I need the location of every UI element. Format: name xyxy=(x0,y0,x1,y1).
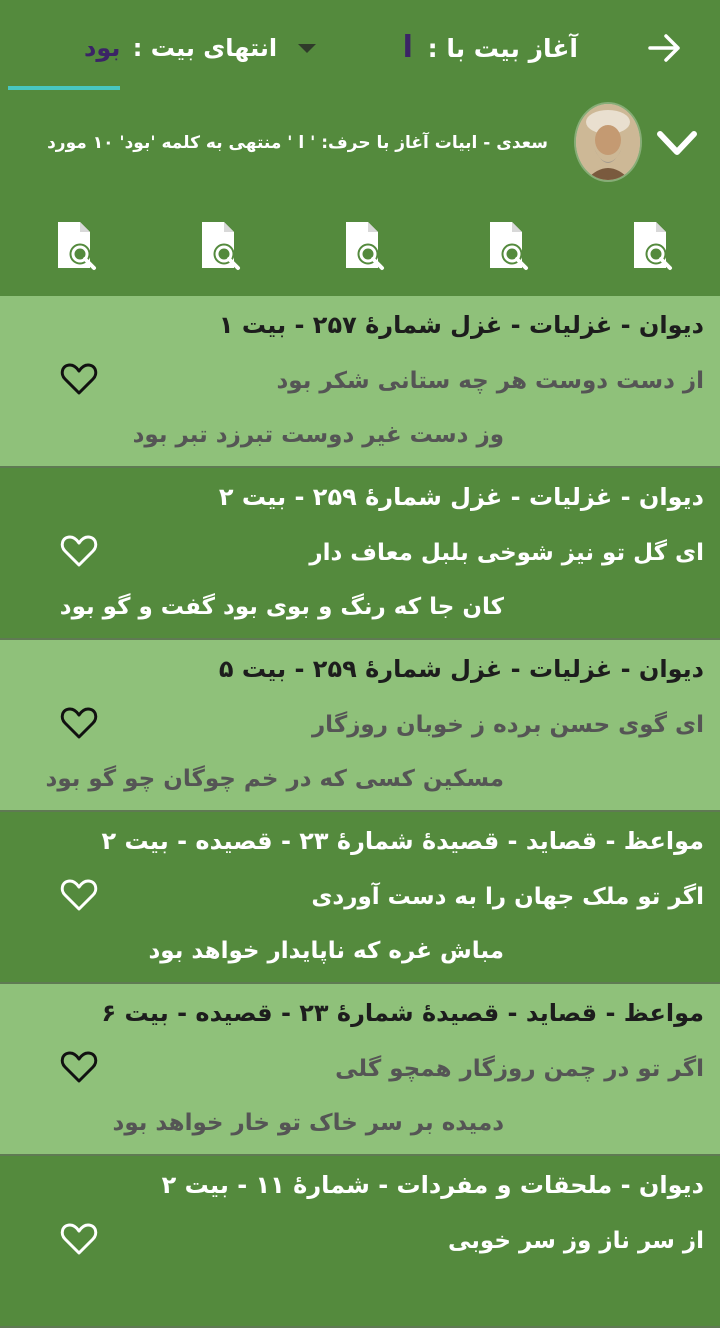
heart-icon[interactable] xyxy=(60,362,98,396)
verse-line-1: ای گوی حسن برده ز خوبان روزگار xyxy=(311,712,704,738)
verse-line-2: کان جا که رنگ و بوی بود گفت و گو بود xyxy=(59,594,504,620)
dropdown-arrow-icon[interactable] xyxy=(298,44,316,53)
verse-line-1: اگر تو در چمن روزگار همچو گلی xyxy=(335,1056,704,1082)
tab-end-word[interactable]: انتهای بیت : بود xyxy=(84,28,277,68)
search-document-icon[interactable] xyxy=(196,220,244,272)
heart-icon[interactable] xyxy=(60,534,98,568)
tab-start-value: ا xyxy=(402,30,413,65)
poet-avatar xyxy=(576,104,640,180)
verse-line-1: ای گل تو نیز شوخی بلبل معاف دار xyxy=(309,540,704,566)
verse-source: مواعظ - قصاید - قصیدهٔ شمارهٔ ۲۳ - قصیده… xyxy=(101,999,704,1027)
back-arrow-icon[interactable] xyxy=(644,28,684,68)
verse-line-2: مباش غره که ناپایدار خواهد بود xyxy=(148,938,504,964)
verse-line-1: از سر ناز وز سر خوبی xyxy=(448,1228,704,1254)
search-toolbar xyxy=(0,202,720,296)
tab-end-label: انتهای بیت : xyxy=(132,34,278,62)
verse-line-1: از دست دوست هر چه ستانی شکر بود xyxy=(276,368,705,394)
verse-line-2: دمیده بر سر خاک تو خار خواهد بود xyxy=(112,1110,504,1136)
tab-start-label: آغاز بیت با : xyxy=(427,34,578,63)
heart-icon[interactable] xyxy=(60,1050,98,1084)
verse-source: دیوان - غزلیات - غزل شمارهٔ ۲۵۷ - بیت ۱ xyxy=(218,311,704,339)
heart-icon[interactable] xyxy=(60,878,98,912)
heart-icon[interactable] xyxy=(60,706,98,740)
poet-portrait-icon xyxy=(576,104,640,180)
list-item[interactable]: مواعظ - قصاید - قصیدهٔ شمارهٔ ۲۳ - قصیده… xyxy=(0,812,720,984)
verse-source: دیوان - غزلیات - غزل شمارهٔ ۲۵۹ - بیت ۵ xyxy=(218,655,704,683)
tab-start-letter[interactable]: آغاز بیت با : ا xyxy=(403,28,578,68)
search-document-icon[interactable] xyxy=(628,220,676,272)
search-document-icon[interactable] xyxy=(52,220,100,272)
heart-icon[interactable] xyxy=(60,1222,98,1256)
list-item[interactable]: دیوان - غزلیات - غزل شمارهٔ ۲۵۹ - بیت ۵ … xyxy=(0,640,720,812)
results-list: دیوان - غزلیات - غزل شمارهٔ ۲۵۷ - بیت ۱ … xyxy=(0,296,720,1328)
list-item[interactable]: دیوان - غزلیات - غزل شمارهٔ ۲۵۹ - بیت ۲ … xyxy=(0,468,720,640)
verse-line-1: اگر تو ملک جهان را به دست آوردی xyxy=(311,884,704,910)
poet-info-bar: سعدی - ابیات آغاز با حرف: ' ا ' منتهی به… xyxy=(0,92,720,202)
search-document-icon[interactable] xyxy=(340,220,388,272)
search-document-icon[interactable] xyxy=(484,220,532,272)
list-item[interactable]: مواعظ - قصاید - قصیدهٔ شمارهٔ ۲۳ - قصیده… xyxy=(0,984,720,1156)
verse-source: دیوان - غزلیات - غزل شمارهٔ ۲۵۹ - بیت ۲ xyxy=(218,483,704,511)
verse-line-2: وز دست غیر دوست تبرزد تبر بود xyxy=(132,422,504,448)
search-summary-text: سعدی - ابیات آغاز با حرف: ' ا ' منتهی به… xyxy=(47,133,548,153)
chevron-down-icon[interactable] xyxy=(656,128,698,158)
verse-source: دیوان - ملحقات و مفردات - شمارهٔ ۱۱ - بی… xyxy=(161,1171,704,1199)
verse-source: مواعظ - قصاید - قصیدهٔ شمارهٔ ۲۳ - قصیده… xyxy=(101,827,704,855)
list-item[interactable]: دیوان - ملحقات و مفردات - شمارهٔ ۱۱ - بی… xyxy=(0,1156,720,1328)
list-item[interactable]: دیوان - غزلیات - غزل شمارهٔ ۲۵۷ - بیت ۱ … xyxy=(0,296,720,468)
verse-line-2: مسکین کسی که در خم چوگان چو گو بود xyxy=(45,766,504,792)
top-bar: آغاز بیت با : ا انتهای بیت : بود xyxy=(0,0,720,92)
active-tab-indicator xyxy=(8,86,120,90)
tab-end-value: بود xyxy=(84,34,121,62)
